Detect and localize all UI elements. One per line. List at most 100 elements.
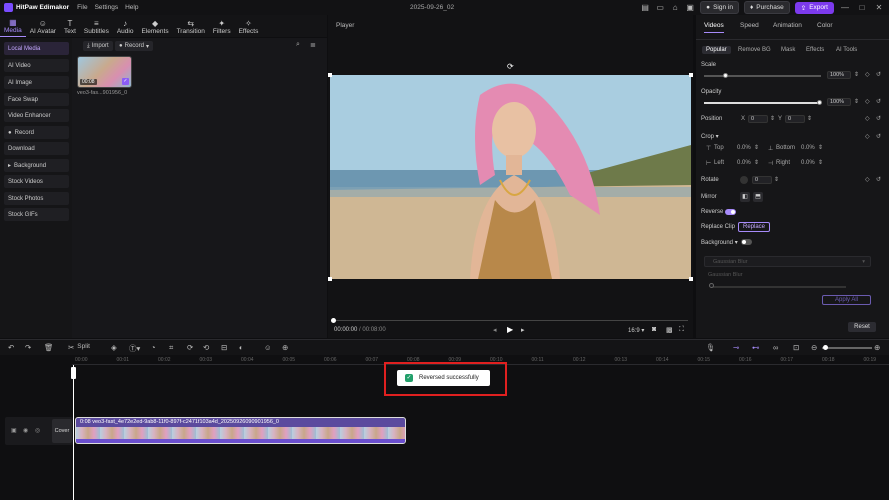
play-icon[interactable]: ▶ <box>507 325 513 334</box>
signin-button[interactable]: ● Sign in <box>700 1 739 14</box>
blur-slider[interactable] <box>711 286 846 288</box>
face-icon[interactable]: ☺ <box>264 343 272 352</box>
rotate-handle-icon[interactable]: ⟳ <box>507 62 514 71</box>
sidebar-item-stock-photos[interactable]: Stock Photos <box>4 192 69 205</box>
sidebar-item-background[interactable]: ▸ Background <box>4 159 69 172</box>
lock-icon[interactable]: ▣ <box>11 427 17 434</box>
tab-audio[interactable]: ♪ Audio <box>113 15 138 37</box>
tab-effects[interactable]: ✧ Effects <box>235 15 263 37</box>
subtab-popular[interactable]: Popular <box>702 46 731 54</box>
opacity-slider[interactable] <box>704 102 821 104</box>
sidebar-item-ai-image[interactable]: AI Image <box>4 76 69 89</box>
minimize-icon[interactable]: — <box>839 3 851 12</box>
crop-left-input[interactable]: 0.0% <box>737 160 751 166</box>
scale-knob[interactable] <box>723 73 728 78</box>
save-icon[interactable]: ▣ <box>685 3 695 12</box>
menu-help[interactable]: Help <box>125 4 138 11</box>
chain-icon[interactable]: ∞ <box>773 343 778 352</box>
tab-color[interactable]: Color <box>817 22 833 29</box>
subtab-effects[interactable]: Effects <box>802 46 828 54</box>
mirror-vertical-icon[interactable]: ⬒ <box>753 192 763 202</box>
crop-right-input[interactable]: 0.0% <box>801 160 815 166</box>
opacity-input[interactable]: 100% <box>827 98 851 106</box>
folder-icon[interactable]: ▭ <box>655 3 665 12</box>
sidebar-item-video-enhancer[interactable]: Video Enhancer <box>4 109 69 122</box>
keyframe-icon[interactable]: ◇ <box>865 98 870 105</box>
resize-handle[interactable] <box>328 277 332 281</box>
tab-videos[interactable]: Videos <box>704 22 724 33</box>
stepper-icon[interactable]: ⇕ <box>770 115 775 122</box>
import-button[interactable]: ⤓ Import <box>83 41 113 51</box>
cover-button[interactable]: Cover <box>52 419 72 443</box>
tab-speed[interactable]: Speed <box>740 22 759 29</box>
reset-value-icon[interactable]: ↺ <box>876 98 881 105</box>
stepper-icon[interactable]: ⇕ <box>854 98 859 105</box>
opacity-knob[interactable] <box>817 100 822 105</box>
tab-filters[interactable]: ✦ Filters <box>209 15 235 37</box>
sidebar-item-ai-video[interactable]: AI Video <box>4 59 69 72</box>
color-icon[interactable]: ◐ <box>239 343 244 352</box>
video-clip[interactable]: 0:08 veo3-fast_4e72e2ed-9ab8-11f0-897f-c… <box>75 417 406 444</box>
fullscreen-icon[interactable]: ⛶ <box>679 326 684 334</box>
settings-icon[interactable]: ▩ <box>666 326 673 334</box>
delete-icon[interactable]: 🗑 <box>44 343 54 352</box>
sidebar-item-stock-videos[interactable]: Stock Videos <box>4 175 69 188</box>
tab-subtitles[interactable]: ≡ Subtitles <box>80 15 113 37</box>
microphone-icon[interactable]: 🎙 <box>706 343 716 352</box>
position-x-input[interactable]: 0 <box>748 115 768 123</box>
stepper-icon[interactable]: ⇕ <box>774 176 779 183</box>
crop-bottom-input[interactable]: 0.0% <box>801 145 815 151</box>
reset-button[interactable]: Reset <box>848 322 876 332</box>
sidebar-item-record[interactable]: ● Record <box>4 126 69 139</box>
player-progress-bar[interactable] <box>333 320 688 321</box>
stepper-icon[interactable]: ⇕ <box>854 71 859 78</box>
split-button[interactable]: ✂ Split <box>68 343 90 352</box>
stepper-icon[interactable]: ⇕ <box>807 115 812 122</box>
undo-icon[interactable]: ↶ <box>8 343 14 352</box>
playhead-handle[interactable] <box>71 367 76 379</box>
resize-handle[interactable] <box>689 277 693 281</box>
tab-transition[interactable]: ⇆ Transition <box>173 15 209 37</box>
resize-handle[interactable] <box>689 73 693 77</box>
search-icon[interactable]: ⌕ <box>296 41 300 49</box>
prev-frame-icon[interactable]: ◂ <box>493 326 497 334</box>
tab-text[interactable]: T Text <box>60 15 80 37</box>
menu-file[interactable]: File <box>77 4 87 11</box>
zoom-knob[interactable] <box>823 345 828 350</box>
audio-mute-icon[interactable]: ◎ <box>35 427 40 434</box>
sidebar-item-download[interactable]: Download <box>4 142 69 155</box>
zoom-in-icon[interactable]: ⊕ <box>874 343 880 352</box>
keyframe-icon[interactable]: ◇ <box>865 176 870 183</box>
subtab-mask[interactable]: Mask <box>777 46 799 54</box>
maximize-icon[interactable]: □ <box>856 3 868 12</box>
gift-icon[interactable]: ⌂ <box>670 3 680 12</box>
tab-animation[interactable]: Animation <box>773 22 802 29</box>
reset-value-icon[interactable]: ↺ <box>876 115 881 122</box>
zoom-slider[interactable] <box>822 347 872 349</box>
link-icon[interactable]: ⊸ <box>733 343 739 352</box>
sidebar-item-local-media[interactable]: Local Media <box>4 42 69 55</box>
menu-settings[interactable]: Settings <box>95 4 119 11</box>
freeze-icon[interactable]: ⊟ <box>221 343 227 352</box>
stepper-icon[interactable]: ⇕ <box>754 159 759 166</box>
crop-top-input[interactable]: 0.0% <box>737 145 751 151</box>
background-select[interactable]: Gaussian Blur ▾ <box>704 256 871 267</box>
fit-icon[interactable]: ⊡ <box>793 343 799 352</box>
player-progress-knob[interactable] <box>331 318 336 323</box>
snap-icon[interactable]: ⊷ <box>752 343 760 352</box>
reverse-icon[interactable]: ⟲ <box>203 343 209 352</box>
export-button[interactable]: ⇪ Export <box>794 1 834 14</box>
rotate-dial[interactable] <box>740 176 748 184</box>
keyframe-icon[interactable]: ◇ <box>865 133 870 140</box>
rotate-icon[interactable]: ⟳ <box>187 343 193 352</box>
stepper-icon[interactable]: ⇕ <box>754 144 759 151</box>
record-dropdown[interactable]: ● Record ▾ <box>115 41 153 51</box>
keyframe-icon[interactable]: ◇ <box>865 115 870 122</box>
reverse-toggle[interactable] <box>725 209 736 215</box>
reset-value-icon[interactable]: ↺ <box>876 71 881 78</box>
keyframe-icon[interactable]: ◇ <box>865 71 870 78</box>
replace-button[interactable]: Replace <box>738 222 770 232</box>
reset-value-icon[interactable]: ↺ <box>876 176 881 183</box>
scale-input[interactable]: 100% <box>827 71 851 79</box>
resize-handle[interactable] <box>328 73 332 77</box>
